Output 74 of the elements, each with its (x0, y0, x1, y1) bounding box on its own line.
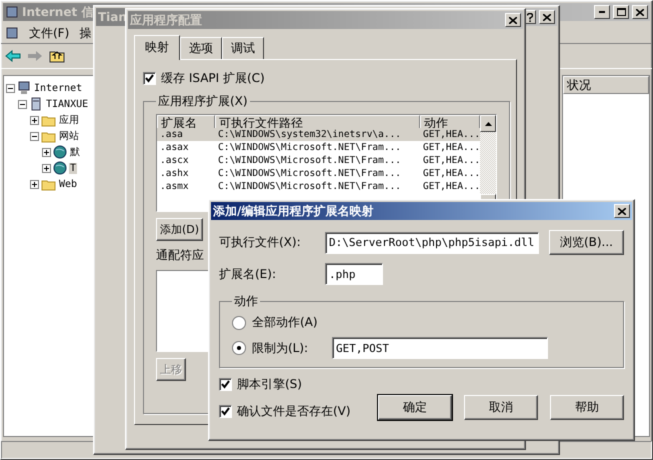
close-icon (509, 16, 517, 24)
dialog-title: 添加/编辑应用程序扩展名映射 (213, 202, 374, 220)
collapse-toggle[interactable] (30, 132, 39, 140)
tree-item[interactable]: 应用 (58, 113, 80, 127)
computer-icon (17, 81, 31, 95)
column-header[interactable]: 状况 (563, 76, 649, 94)
table-cell[interactable]: GET,HEA... (420, 128, 480, 141)
app-icon (5, 5, 19, 19)
window-title: 应用程序配置 (130, 12, 202, 28)
maximize-icon (616, 8, 626, 16)
globe-icon (53, 145, 67, 159)
window-title: Internet 信 (22, 4, 94, 20)
table-cell[interactable]: C:\WINDOWS\system32\inetsrv\a... (215, 128, 420, 141)
expand-toggle[interactable] (30, 116, 39, 124)
radio-label: 全部动作(A) (252, 314, 318, 331)
close-button[interactable] (632, 5, 648, 19)
wildcard-label: 通配符应 (156, 247, 205, 264)
radio-button[interactable] (232, 341, 246, 355)
tab[interactable]: 映射 (134, 35, 180, 60)
folder-icon (41, 130, 56, 142)
back-arrow-icon[interactable] (5, 50, 21, 62)
tree-item[interactable]: 默 (69, 145, 81, 159)
maximize-button[interactable] (613, 5, 629, 19)
checkbox-label: 缓存 ISAPI 扩展(C) (161, 70, 265, 87)
expand-toggle[interactable] (42, 164, 51, 172)
collapse-toggle[interactable] (6, 84, 15, 92)
limit-verbs-field[interactable]: GET,POST (332, 337, 548, 359)
add-button[interactable]: 添加(D) (156, 218, 204, 241)
expand-toggle[interactable] (42, 148, 51, 156)
checkbox-label: 脚本引擎(S) (237, 376, 302, 393)
close-icon (543, 14, 551, 20)
extension-field[interactable]: .php (325, 263, 383, 285)
checkbox[interactable] (143, 72, 156, 85)
dialog-button[interactable]: 确定 (378, 395, 452, 420)
close-button[interactable] (614, 204, 630, 218)
tree-item[interactable]: Internet (33, 82, 84, 94)
field-label: 可执行文件(X): (219, 234, 302, 251)
globe-icon (53, 161, 67, 175)
expand-toggle[interactable] (30, 180, 39, 188)
close-button[interactable] (505, 13, 521, 27)
table-cell[interactable]: .asa (157, 128, 215, 141)
close-button[interactable] (539, 10, 555, 24)
checkbox[interactable] (219, 378, 232, 391)
menu-item[interactable]: 操 (79, 24, 92, 42)
folder-icon (41, 178, 56, 190)
group-label: 应用程序扩展(X) (157, 93, 249, 110)
executable-field[interactable]: D:\ServerRoot\php\php5isapi.dll (325, 232, 539, 254)
tree-item[interactable]: T (69, 162, 78, 174)
tab[interactable]: 选项 (180, 37, 222, 59)
tab[interactable]: 调试 (222, 37, 264, 59)
checkbox[interactable] (219, 405, 232, 418)
dialog-button[interactable]: 帮助 (550, 395, 624, 420)
minimize-button[interactable] (594, 5, 610, 19)
up-folder-icon[interactable] (49, 49, 65, 63)
close-icon (636, 8, 644, 16)
dialog-button[interactable]: 取消 (464, 395, 538, 420)
browse-button[interactable]: 浏览(B)... (548, 230, 624, 255)
checkbox-label: 确认文件是否存在(V) (237, 403, 351, 420)
collapse-toggle[interactable] (18, 100, 27, 108)
menu-item[interactable]: 文件(F) (29, 24, 70, 42)
tree-item[interactable]: TIANXUE (45, 98, 90, 110)
tree-item[interactable]: Web (58, 178, 78, 190)
app-icon (5, 26, 19, 40)
folder-icon (41, 114, 56, 126)
up-arrow-icon[interactable] (484, 122, 492, 126)
field-label: 扩展名(E): (219, 266, 277, 282)
group-label: 动作 (233, 293, 259, 310)
radio-button[interactable] (232, 316, 246, 330)
minimize-icon (599, 11, 605, 13)
close-icon (618, 208, 626, 214)
radio-label: 限制为(L): (252, 340, 310, 356)
server-icon (29, 97, 43, 111)
tree-item[interactable]: 网站 (58, 129, 80, 143)
help-icon (527, 12, 533, 22)
